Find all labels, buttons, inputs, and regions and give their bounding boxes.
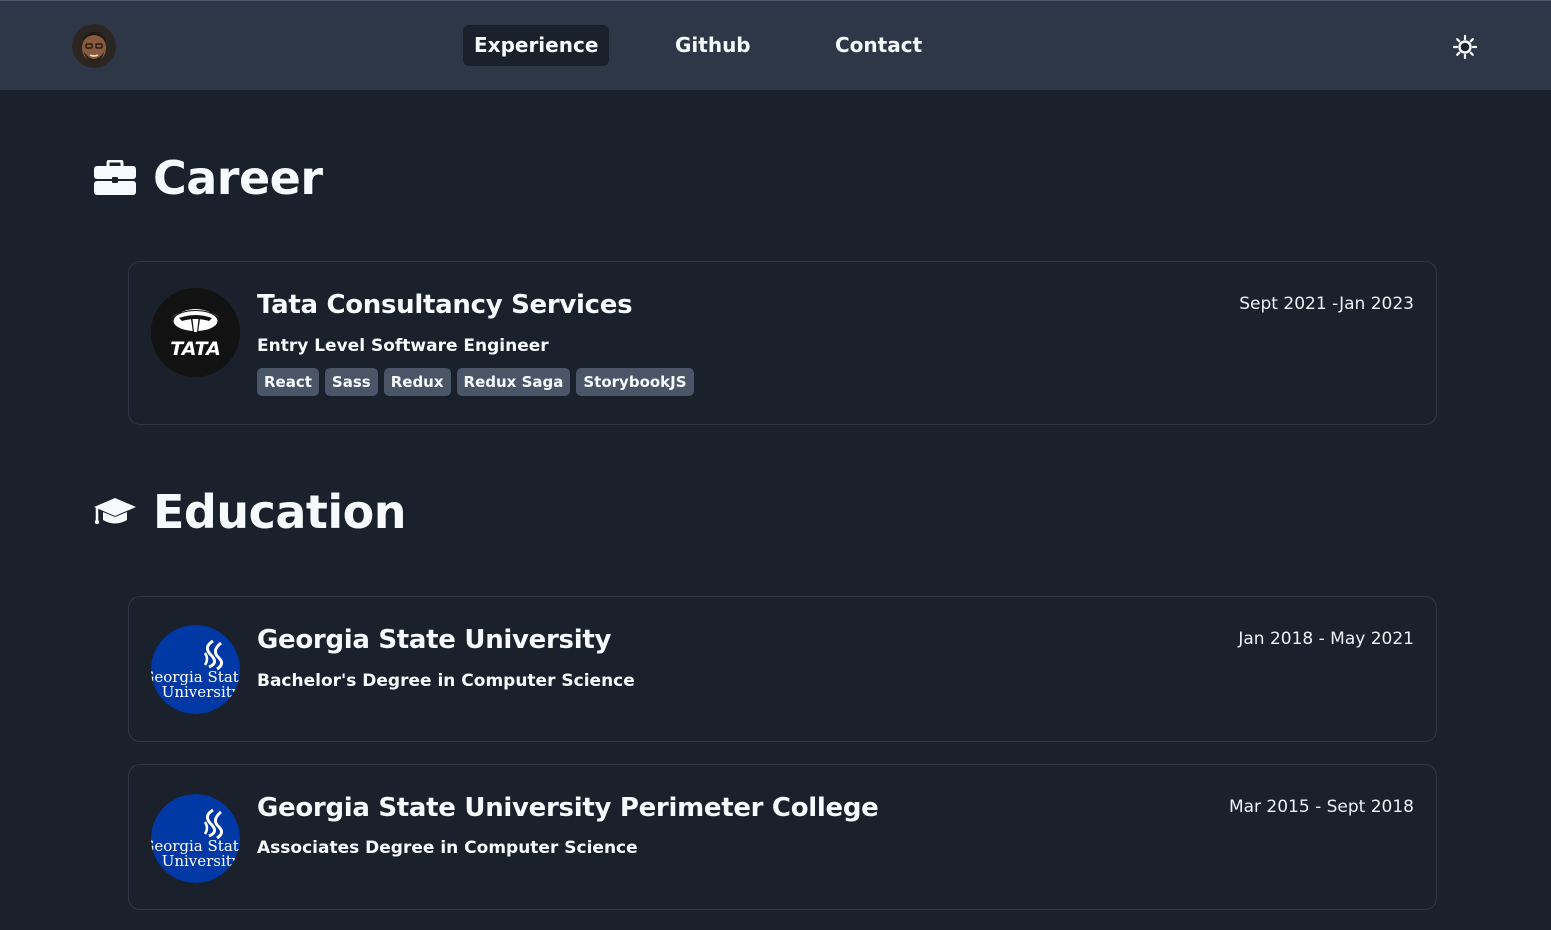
skill-tag: React xyxy=(257,368,319,396)
education-dates: Jan 2018 - May 2021 xyxy=(1238,629,1414,649)
tata-logo: TATA xyxy=(151,288,240,377)
gsu-logo: Georgia State University xyxy=(151,794,240,883)
career-heading: Career xyxy=(93,148,323,208)
job-role: Entry Level Software Engineer xyxy=(257,336,549,356)
degree-name: Associates Degree in Computer Science xyxy=(257,838,638,858)
education-card-gsu-perimeter: Georgia State University Georgia State U… xyxy=(128,764,1437,910)
gsu-logo-text-line2: University xyxy=(162,683,240,701)
company-name: Tata Consultancy Services xyxy=(257,290,633,320)
nav-github-link[interactable]: Github xyxy=(664,25,762,66)
briefcase-icon xyxy=(93,158,137,198)
skill-tag: Redux Saga xyxy=(456,368,571,396)
memoji-avatar-icon[interactable] xyxy=(72,24,116,68)
graduation-cap-icon xyxy=(93,492,137,532)
gsu-logo: Georgia State University xyxy=(151,625,240,714)
nav-contact-link[interactable]: Contact xyxy=(824,25,933,66)
gsu-logo-text-line2: University xyxy=(162,852,240,870)
education-dates: Mar 2015 - Sept 2018 xyxy=(1228,797,1414,817)
skill-tag: StorybookJS xyxy=(576,368,694,396)
degree-name: Bachelor's Degree in Computer Science xyxy=(257,671,635,691)
job-dates: Sept 2021 -Jan 2023 xyxy=(1239,294,1414,314)
career-title: Career xyxy=(153,151,323,205)
education-title: Education xyxy=(153,485,407,539)
school-name: Georgia State University xyxy=(257,625,612,655)
career-card-tata: TATA Tata Consultancy Services Entry Lev… xyxy=(128,261,1437,425)
education-card-gsu: Georgia State University Georgia State U… xyxy=(128,596,1437,742)
education-heading: Education xyxy=(93,482,407,542)
school-name: Georgia State University Perimeter Colle… xyxy=(257,793,879,823)
navbar: Experience Github Contact xyxy=(0,0,1551,90)
tata-logo-text: TATA xyxy=(170,338,221,360)
skill-tags: React Sass Redux Redux Saga StorybookJS xyxy=(257,368,694,396)
nav-experience-link[interactable]: Experience xyxy=(463,25,610,66)
skill-tag: Redux xyxy=(383,368,451,396)
skill-tag: Sass xyxy=(324,368,378,396)
sun-icon[interactable] xyxy=(1451,33,1479,61)
